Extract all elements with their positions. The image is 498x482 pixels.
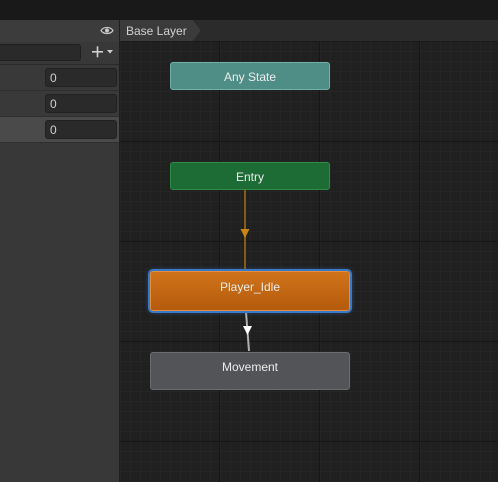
add-parameter-button[interactable] <box>89 43 117 61</box>
state-node-any-state[interactable]: Any State <box>170 62 330 90</box>
parameter-search-input[interactable] <box>0 44 81 61</box>
parameters-header <box>0 20 119 43</box>
parameter-value-field[interactable] <box>45 94 117 113</box>
idle-to-movement-transition[interactable] <box>243 311 252 352</box>
transition-arrow-icon <box>243 326 252 335</box>
state-node-movement[interactable]: Movement <box>150 352 350 390</box>
entry-to-idle-transition[interactable] <box>240 190 250 270</box>
parameter-row[interactable] <box>0 91 119 117</box>
parameter-value-field[interactable] <box>45 68 117 87</box>
window-top-strip <box>0 0 498 21</box>
state-node-player-idle[interactable]: Player_Idle <box>150 271 350 311</box>
eye-icon[interactable] <box>100 26 114 35</box>
plus-dropdown-icon <box>92 46 113 58</box>
animator-graph[interactable]: Base Layer Any State Entry Player_Idle M… <box>120 20 498 482</box>
parameter-row-selected[interactable] <box>0 117 119 143</box>
parameter-value-field[interactable] <box>45 120 117 139</box>
transition-arrow-icon <box>240 229 250 238</box>
parameter-search-row <box>0 42 119 65</box>
breadcrumb-bar: Base Layer <box>120 20 498 42</box>
breadcrumb-base-layer[interactable]: Base Layer <box>120 20 201 41</box>
parameters-panel <box>0 20 120 482</box>
parameter-row[interactable] <box>0 65 119 91</box>
state-node-entry[interactable]: Entry <box>170 162 330 190</box>
